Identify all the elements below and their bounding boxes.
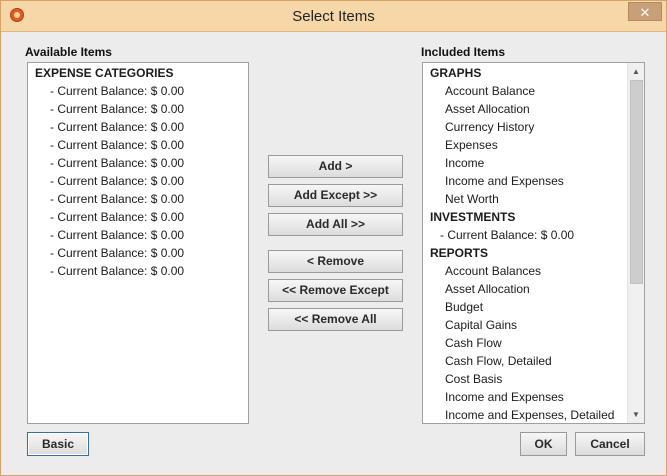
list-item[interactable]: - Current Balance: $ 0.00 [28, 208, 248, 226]
list-item[interactable]: - Current Balance: $ 0.00 [28, 226, 248, 244]
scroll-down-icon[interactable]: ▼ [628, 406, 644, 423]
select-items-dialog: Select Items ✕ Available Items Included … [0, 0, 667, 476]
available-items-rows: EXPENSE CATEGORIES - Current Balance: $ … [28, 63, 248, 280]
list-item[interactable]: - Current Balance: $ 0.00 [28, 262, 248, 280]
list-group-header[interactable]: EXPENSE CATEGORIES [28, 64, 248, 82]
list-item[interactable]: - Current Balance: $ 0.00 [28, 172, 248, 190]
scroll-up-icon[interactable]: ▲ [628, 63, 644, 80]
list-item[interactable]: Net Worth [423, 190, 644, 208]
list-item[interactable]: Cash Flow [423, 334, 644, 352]
included-items-rows: GRAPHS Account Balance Asset Allocation Cur… [423, 63, 644, 423]
list-item[interactable]: - Current Balance: $ 0.00 [28, 136, 248, 154]
list-item[interactable]: Income and Expenses [423, 172, 644, 190]
list-item[interactable]: Account Balances [423, 262, 644, 280]
add-button[interactable]: Add > [268, 155, 403, 178]
list-item[interactable]: Income [423, 154, 644, 172]
list-item[interactable]: - Current Balance: $ 0.00 [28, 118, 248, 136]
list-item[interactable]: - Current Balance: $ 0.00 [28, 100, 248, 118]
included-items-list[interactable]: GRAPHS Account Balance Asset Allocation Cur… [422, 62, 645, 424]
list-group-header[interactable]: REPORTS [423, 244, 644, 262]
cancel-button[interactable]: Cancel [575, 432, 645, 456]
list-item[interactable]: Budget [423, 298, 644, 316]
window-title: Select Items [292, 8, 375, 25]
list-group-header[interactable]: GRAPHS [423, 64, 644, 82]
close-button[interactable]: ✕ [628, 2, 662, 21]
available-items-label: Available Items [25, 45, 112, 59]
dialog-body: Available Items Included Items EXPENSE C… [2, 33, 665, 475]
list-item[interactable]: Currency History [423, 118, 644, 136]
list-item[interactable]: Cost Basis [423, 370, 644, 388]
list-item[interactable]: - Current Balance: $ 0.00 [28, 154, 248, 172]
list-item[interactable]: Income and Expenses [423, 388, 644, 406]
list-item[interactable]: - Current Balance: $ 0.00 [28, 82, 248, 100]
list-item[interactable]: Expenses [423, 136, 644, 154]
included-items-label: Included Items [421, 45, 506, 59]
remove-all-button[interactable]: << Remove All [268, 308, 403, 331]
remove-except-button[interactable]: << Remove Except [268, 279, 403, 302]
available-items-list[interactable]: EXPENSE CATEGORIES - Current Balance: $ … [27, 62, 249, 424]
list-item[interactable]: - Current Balance: $ 0.00 [28, 190, 248, 208]
list-group-header[interactable]: INVESTMENTS [423, 208, 644, 226]
add-all-button[interactable]: Add All >> [268, 213, 403, 236]
list-item[interactable]: Asset Allocation [423, 280, 644, 298]
basic-button[interactable]: Basic [27, 432, 89, 456]
remove-button[interactable]: < Remove [268, 250, 403, 273]
list-item[interactable]: Income and Expenses, Detailed [423, 406, 644, 423]
list-item[interactable]: - Current Balance: $ 0.00 [423, 226, 644, 244]
scrollbar-thumb[interactable] [630, 80, 643, 284]
list-item[interactable]: Cash Flow, Detailed [423, 352, 644, 370]
add-except-button[interactable]: Add Except >> [268, 184, 403, 207]
ok-button[interactable]: OK [520, 432, 567, 456]
list-item[interactable]: Asset Allocation [423, 100, 644, 118]
vertical-scrollbar[interactable]: ▲ ▼ [627, 63, 644, 423]
list-item[interactable]: Capital Gains [423, 316, 644, 334]
list-item[interactable]: - Current Balance: $ 0.00 [28, 244, 248, 262]
title-bar[interactable]: Select Items ✕ [1, 1, 666, 32]
list-item[interactable]: Account Balance [423, 82, 644, 100]
